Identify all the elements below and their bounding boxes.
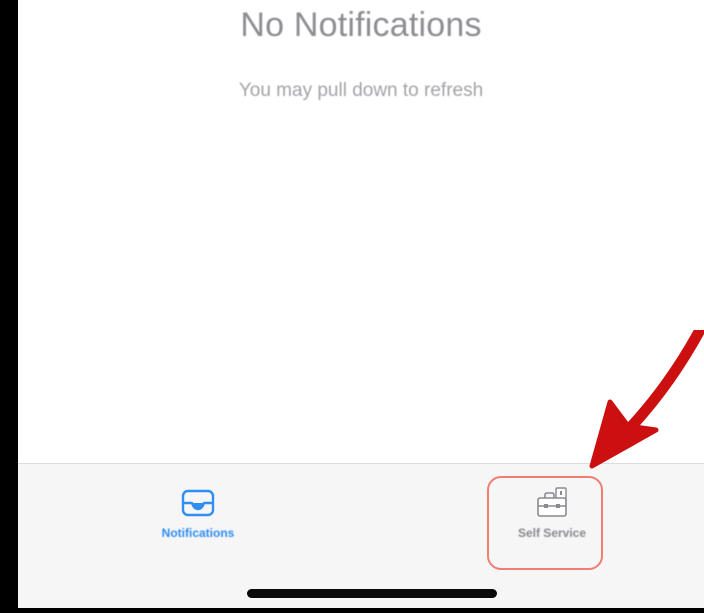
tab-self-service-label: Self Service [517,526,587,540]
tab-bar: Notifications Self Service [18,463,704,608]
tab-self-service[interactable]: Self Service [467,474,637,554]
phone-screen: No Notifications You may pull down to re… [18,0,704,608]
home-indicator[interactable] [247,589,497,598]
tab-notifications-label: Notifications [161,526,235,540]
empty-state-subtitle: You may pull down to refresh [238,80,484,101]
tab-notifications[interactable]: Notifications [113,474,283,554]
inbox-tray-icon [181,489,215,517]
toolbox-icon [537,487,567,517]
screenshot-frame: No Notifications You may pull down to re… [0,0,704,613]
empty-state-title: No Notifications [240,6,482,44]
